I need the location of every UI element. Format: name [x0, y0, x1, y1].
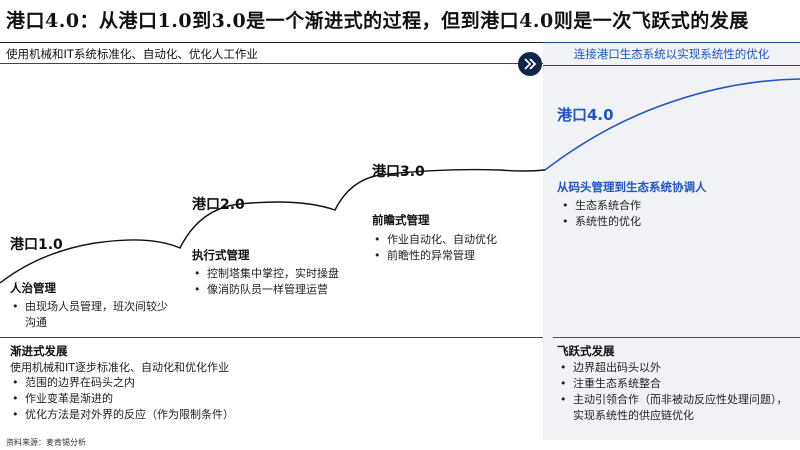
port-4-point: 系统性的优化 [560, 214, 785, 230]
port-2-management: 执行式管理 [192, 248, 250, 262]
port-4-points: 生态系统合作 系统性的优化 [560, 198, 785, 230]
port-1-points: 由现场人员管理，班次间较少沟通 [10, 299, 170, 331]
port-2-point: 控制塔集中掌控，实时操盘 [192, 266, 352, 282]
gradual-title: 渐进式发展 [10, 344, 68, 358]
leap-point: 主动引领合作（而非被动反应性处理问题），实现系统性的供应链优化 [558, 392, 790, 424]
port-4-label: 港口4.0 [557, 106, 614, 124]
gradual-point: 优化方法是对外界的反应（作为限制条件） [10, 407, 535, 423]
gradual-intro: 使用机械和IT逐步标准化、自动化和优化作业 [10, 361, 229, 374]
port-3-label: 港口3.0 [372, 164, 425, 180]
port-3-point: 前瞻性的异常管理 [372, 248, 537, 264]
port-1-management: 人治管理 [10, 281, 56, 295]
gradual-points: 范围的边界在码头之内 作业变革是渐进的 优化方法是对外界的反应（作为限制条件） [10, 375, 535, 423]
gradual-point: 作业变革是渐进的 [10, 391, 535, 407]
leap-point: 注重生态系统整合 [558, 376, 790, 392]
leap-title: 飞跃式发展 [557, 344, 615, 358]
port-1-point: 由现场人员管理，班次间较少沟通 [10, 299, 170, 331]
port-2-label: 港口2.0 [192, 197, 245, 213]
port-3-management: 前瞻式管理 [372, 213, 430, 227]
double-chevron-right-icon [518, 52, 542, 76]
port-4-management: 从码头管理到生态系统协调人 [557, 180, 707, 194]
divider-left [0, 337, 543, 338]
gradual-point: 范围的边界在码头之内 [10, 375, 535, 391]
port-2-point: 像消防队员一样管理运营 [192, 282, 352, 298]
port-3-points: 作业自动化、自动优化 前瞻性的异常管理 [372, 232, 537, 264]
port-2-points: 控制塔集中掌控，实时操盘 像消防队员一样管理运营 [192, 266, 352, 298]
divider-right [553, 337, 800, 338]
port-3-point: 作业自动化、自动优化 [372, 232, 537, 248]
leap-point: 边界超出码头以外 [558, 360, 790, 376]
port-1-label: 港口1.0 [10, 237, 63, 253]
source-note: 资料来源：麦肯锡分析 [6, 438, 86, 447]
port-4-point: 生态系统合作 [560, 198, 785, 214]
leap-points: 边界超出码头以外 注重生态系统整合 主动引领合作（而非被动反应性处理问题），实现… [558, 360, 790, 424]
